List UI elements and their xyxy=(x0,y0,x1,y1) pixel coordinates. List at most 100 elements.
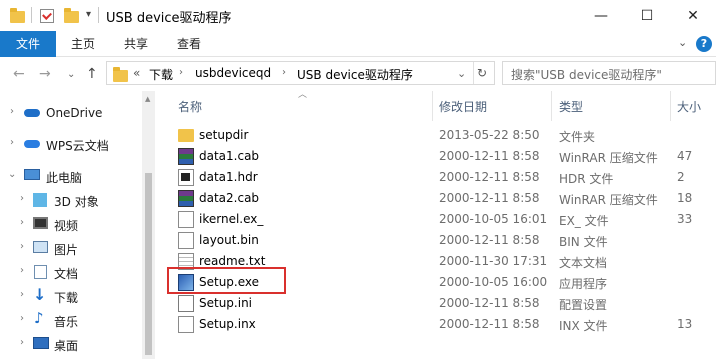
file-name: Setup.ini xyxy=(199,296,253,310)
file-row[interactable]: Setup.inx 2000-12-11 8:58 INX 文件 13 xyxy=(165,314,716,335)
close-button[interactable]: ✕ xyxy=(670,0,716,31)
nav-item-desktop[interactable]: › 桌面 xyxy=(0,332,142,356)
nav-scrollbar[interactable]: ▲ xyxy=(142,91,155,359)
column-header-date[interactable]: 修改日期 xyxy=(439,98,487,115)
properties-icon[interactable] xyxy=(40,9,54,23)
pictures-icon xyxy=(33,241,48,253)
forward-button[interactable]: → xyxy=(39,66,51,82)
chevron-right-icon[interactable]: › xyxy=(20,337,24,348)
navigation-pane: › OneDrive › WPS云文档 ⌄ 此电脑 › 3D 对象 › 视频 ›… xyxy=(0,91,142,359)
title-bar: ▾ USB device驱动程序 — ☐ ✕ xyxy=(0,0,716,31)
up-button[interactable]: ↑ xyxy=(86,66,98,82)
expand-ribbon-icon[interactable]: ⌄ xyxy=(678,36,687,49)
nav-item-videos[interactable]: › 视频 xyxy=(0,212,142,236)
file-row[interactable]: data1.cab 2000-12-11 8:58 WinRAR 压缩文件 47 xyxy=(165,146,716,167)
chevron-right-icon[interactable]: › xyxy=(10,137,14,148)
nav-item-this-pc[interactable]: ⌄ 此电脑 xyxy=(0,164,142,188)
nav-item-onedrive[interactable]: › OneDrive xyxy=(0,101,142,125)
nav-item-wps[interactable]: › WPS云文档 xyxy=(0,132,142,156)
desktop-icon xyxy=(33,337,49,349)
ribbon: 文件 主页 共享 查看 ⌄ ? xyxy=(0,31,716,57)
file-type: 应用程序 xyxy=(559,277,608,291)
file-type: WinRAR 压缩文件 xyxy=(559,193,658,207)
back-button[interactable]: ← xyxy=(13,66,25,82)
chevron-right-icon[interactable]: › xyxy=(282,67,286,78)
sort-ascending-icon: ︿ xyxy=(298,90,308,100)
column-divider[interactable] xyxy=(670,91,671,121)
search-placeholder: 搜索"USB device驱动程序" xyxy=(511,68,662,82)
folder-icon xyxy=(178,129,194,142)
file-list: ︿ 名称 修改日期 类型 大小 setupdir 2013-05-22 8:50… xyxy=(165,90,716,359)
address-bar[interactable]: « 下载 › usbdeviceqd › USB device驱动程序 ⌄ ↻ xyxy=(106,61,495,85)
refresh-icon[interactable]: ↻ xyxy=(477,66,487,80)
nav-label: 音乐 xyxy=(54,315,79,329)
column-header-type[interactable]: 类型 xyxy=(559,98,583,115)
search-input[interactable]: 搜索"USB device驱动程序" xyxy=(502,61,716,85)
file-name: data1.cab xyxy=(199,149,260,163)
chevron-right-icon[interactable]: › xyxy=(20,265,24,276)
nav-label: OneDrive xyxy=(46,106,103,120)
recent-locations-button[interactable]: ⌄ xyxy=(67,69,75,80)
music-icon: ♪ xyxy=(34,309,44,327)
tab-file[interactable]: 文件 xyxy=(0,31,56,57)
column-divider[interactable] xyxy=(551,91,552,121)
column-divider[interactable] xyxy=(432,91,433,121)
column-header-name[interactable]: 名称 xyxy=(178,98,202,115)
nav-item-documents[interactable]: › 文档 xyxy=(0,260,142,284)
file-date: 2013-05-22 8:50 xyxy=(439,128,540,142)
cloud-icon xyxy=(24,109,40,117)
tab-view[interactable]: 查看 xyxy=(166,31,212,57)
minimize-button[interactable]: — xyxy=(578,0,624,31)
breadcrumb-overflow[interactable]: « xyxy=(133,66,140,80)
nav-item-downloads[interactable]: › ↓ 下载 xyxy=(0,284,142,308)
file-date: 2000-10-05 16:00 xyxy=(439,275,548,289)
window-title: USB device驱动程序 xyxy=(106,11,232,26)
tab-share[interactable]: 共享 xyxy=(113,31,159,57)
nav-item-pictures[interactable]: › 图片 xyxy=(0,236,142,260)
file-row[interactable]: data2.cab 2000-12-11 8:58 WinRAR 压缩文件 18 xyxy=(165,188,716,209)
file-date: 2000-12-11 8:58 xyxy=(439,296,540,310)
file-row[interactable]: ikernel.ex_ 2000-10-05 16:01 EX_ 文件 33 xyxy=(165,209,716,230)
nav-item-3d-objects[interactable]: › 3D 对象 xyxy=(0,188,142,212)
address-dropdown-icon[interactable]: ⌄ xyxy=(457,67,466,80)
file-row[interactable]: Setup.ini 2000-12-11 8:58 配置设置 xyxy=(165,293,716,314)
folder-icon xyxy=(10,8,25,23)
divider xyxy=(473,62,474,84)
file-name: ikernel.ex_ xyxy=(199,212,264,226)
file-size: 18 xyxy=(677,191,693,205)
column-header-size[interactable]: 大小 xyxy=(677,98,701,115)
new-folder-icon[interactable] xyxy=(64,8,79,23)
nav-scrollbar-thumb[interactable] xyxy=(145,173,152,355)
computer-icon xyxy=(24,169,40,180)
chevron-right-icon[interactable]: › xyxy=(20,217,24,228)
breadcrumb-item[interactable]: usbdeviceqd xyxy=(195,66,271,80)
video-icon xyxy=(33,217,48,229)
file-row[interactable]: layout.bin 2000-12-11 8:58 BIN 文件 xyxy=(165,230,716,251)
address-row: ← → ⌄ ↑ « 下载 › usbdeviceqd › USB device驱… xyxy=(0,57,716,91)
file-date: 2000-10-05 16:01 xyxy=(439,212,548,226)
chevron-right-icon[interactable]: › xyxy=(10,106,14,117)
settings-file-icon xyxy=(178,295,194,312)
file-date: 2000-12-11 8:58 xyxy=(439,317,540,331)
chevron-right-icon[interactable]: › xyxy=(179,67,183,78)
file-row[interactable]: data1.hdr 2000-12-11 8:58 HDR 文件 2 xyxy=(165,167,716,188)
maximize-button[interactable]: ☐ xyxy=(624,0,670,31)
chevron-down-icon[interactable]: ⌄ xyxy=(8,169,16,180)
chevron-right-icon[interactable]: › xyxy=(20,241,24,252)
scroll-up-icon[interactable]: ▲ xyxy=(145,95,150,103)
customize-toolbar-icon[interactable]: ▾ xyxy=(86,9,91,20)
chevron-right-icon[interactable]: › xyxy=(20,193,24,204)
download-icon: ↓ xyxy=(33,285,47,304)
nav-item-music[interactable]: › ♪ 音乐 xyxy=(0,308,142,332)
cloud-icon xyxy=(24,140,40,148)
breadcrumb-item[interactable]: USB device驱动程序 xyxy=(297,66,413,83)
chevron-right-icon[interactable]: › xyxy=(20,289,24,300)
tab-home[interactable]: 主页 xyxy=(60,31,106,57)
breadcrumb-item[interactable]: 下载 xyxy=(149,66,173,83)
file-row[interactable]: setupdir 2013-05-22 8:50 文件夹 xyxy=(165,125,716,146)
chevron-right-icon[interactable]: › xyxy=(20,313,24,324)
file-name: data1.hdr xyxy=(199,170,258,184)
file-type: 配置设置 xyxy=(559,298,608,312)
help-icon[interactable]: ? xyxy=(696,36,712,52)
nav-label: 下载 xyxy=(54,291,79,305)
